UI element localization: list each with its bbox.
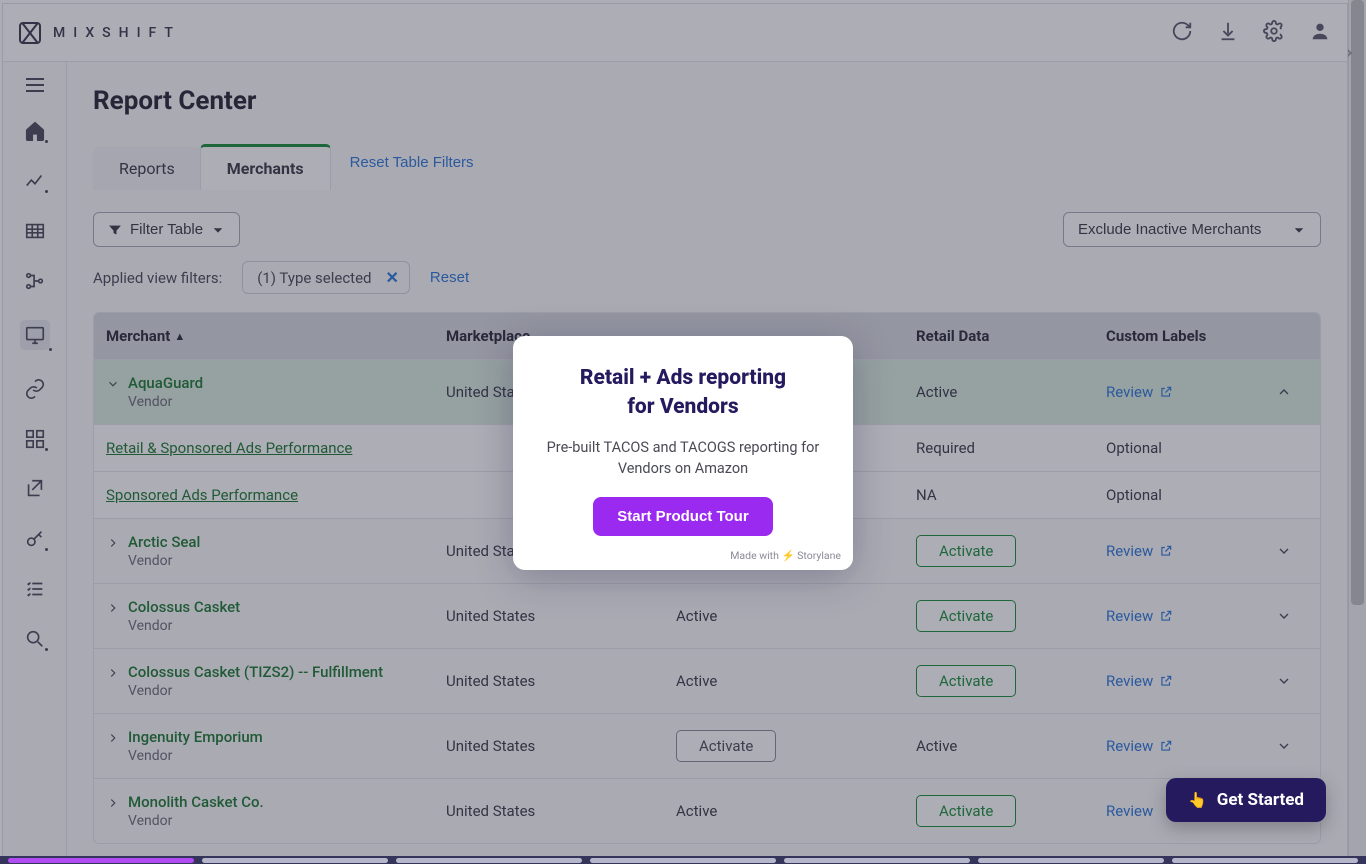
get-started-button[interactable]: 👆 Get Started <box>1166 778 1326 822</box>
made-with-label: Made with ⚡ Storylane <box>730 549 841 562</box>
product-tour-modal: Retail + Ads reporting for Vendors Pre-b… <box>513 336 853 570</box>
pointer-hand-icon: 👆 <box>1188 791 1207 809</box>
tour-progress-bar <box>0 856 1366 864</box>
progress-segment[interactable] <box>784 858 970 863</box>
start-product-tour-button[interactable]: Start Product Tour <box>593 497 772 536</box>
progress-segment[interactable] <box>978 858 1164 863</box>
progress-segment[interactable] <box>590 858 776 863</box>
get-started-label: Get Started <box>1217 790 1304 810</box>
progress-segment[interactable] <box>202 858 388 863</box>
progress-segment[interactable] <box>396 858 582 863</box>
modal-body: Pre-built TACOS and TACOGS reporting for… <box>539 437 827 479</box>
progress-segment[interactable] <box>1172 858 1358 863</box>
modal-title: Retail + Ads reporting for Vendors <box>539 364 827 423</box>
progress-segment[interactable] <box>8 858 194 863</box>
